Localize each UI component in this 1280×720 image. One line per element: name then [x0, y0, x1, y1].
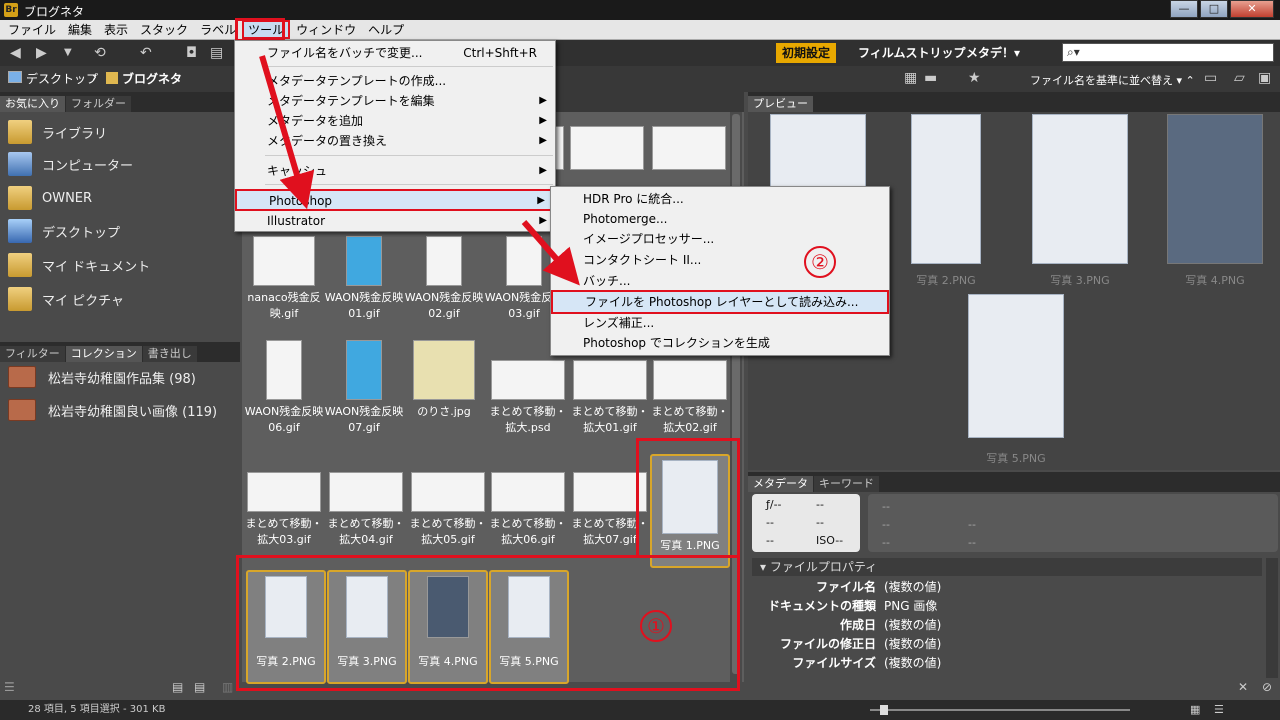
- arrow-to-photoshop: [259, 55, 315, 210]
- arrow-to-load-layers: [521, 220, 580, 286]
- annotation-arrows: [259, 55, 580, 286]
